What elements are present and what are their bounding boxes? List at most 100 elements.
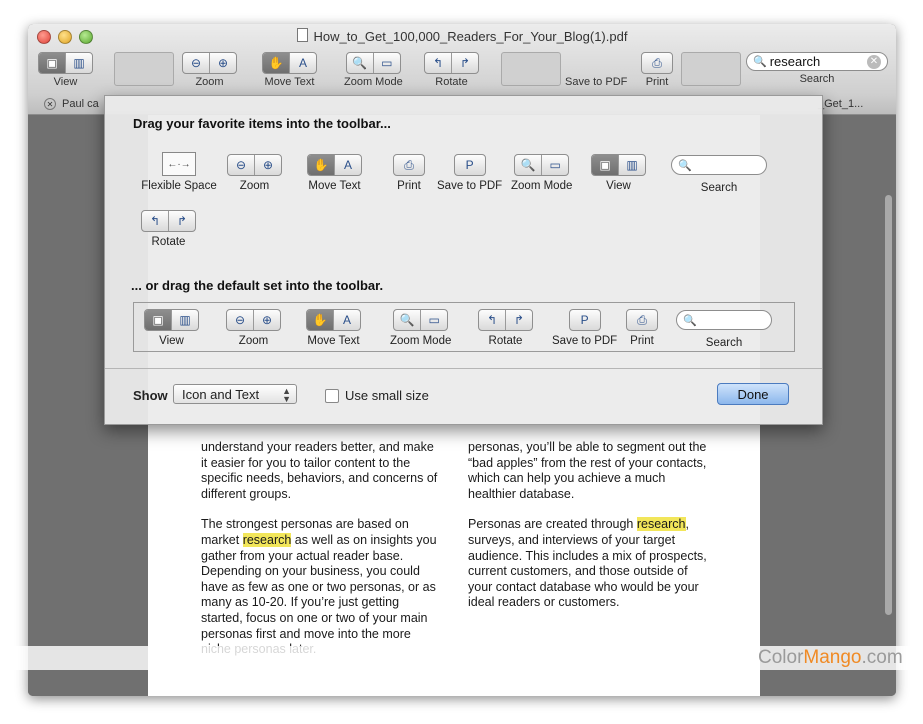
text-run: Personas are created through (468, 517, 637, 532)
palette-save-pdf[interactable]: P Save to PDF (437, 154, 502, 192)
toolbar-zoom-mode: 🔍 ▭ Zoom Mode (344, 52, 403, 88)
default-zoom: ⊖ ⊕ Zoom (226, 309, 281, 347)
sheet-heading: Drag your favorite items into the toolba… (133, 116, 391, 131)
palette-print[interactable]: ⎙ Print (393, 154, 425, 192)
search-field-sample: 🔍 (676, 310, 772, 330)
search-label: Search (799, 73, 835, 85)
pdf-icon: P (580, 313, 589, 327)
hand-tool-icon[interactable]: ✋ (263, 53, 290, 73)
search-icon: 🔍 (753, 56, 767, 68)
rotate-label: Rotate (435, 76, 468, 88)
window-title-text: How_to_Get_100,000_Readers_For_Your_Blog… (313, 29, 628, 44)
zoom-label: Zoom (195, 76, 224, 88)
toolbar-search: 🔍 research ✕ Search (746, 52, 888, 85)
use-small-size-checkbox[interactable]: Use small size (325, 388, 429, 403)
default-set-heading: ... or drag the default set into the too… (131, 278, 384, 293)
tab-first[interactable]: ✕ Paul ca (44, 94, 99, 114)
select-arrows-icon: ▲ ▼ (282, 386, 291, 404)
zoom-fit-icon: ▭ (428, 313, 440, 327)
text-tool-icon[interactable]: A (290, 53, 316, 73)
default-zoom-mode: 🔍 ▭ Zoom Mode (390, 309, 451, 347)
palette-rotate[interactable]: ↰ ↱ Rotate (141, 210, 196, 248)
rotate-right-icon: ↱ (176, 214, 188, 228)
zoom-mode-label: Zoom Mode (344, 76, 403, 88)
tab-label: Paul ca (62, 98, 99, 110)
rotate-right-icon[interactable]: ↱ (452, 53, 478, 73)
watermark-banner: ColorMango.com (0, 646, 923, 670)
zoom-fit-icon[interactable]: ▭ (374, 53, 400, 73)
clear-search-icon[interactable]: ✕ (867, 54, 881, 69)
hand-tool-icon: ✋ (307, 310, 334, 330)
text-run: as well as on insights you gather from y… (201, 532, 437, 656)
title-bar: How_to_Get_100,000_Readers_For_Your_Blog… (28, 24, 896, 95)
zoom-in-icon: ⊕ (261, 313, 273, 327)
sidebar-view-icon[interactable]: ▥ (66, 53, 92, 73)
item-label: Zoom Mode (390, 335, 452, 347)
printer-icon[interactable]: ⎙ (642, 53, 672, 73)
customize-toolbar-sheet: Drag your favorite items into the toolba… (104, 95, 823, 425)
show-label: Show (133, 388, 168, 403)
rotate-right-icon: ↱ (513, 313, 525, 327)
palette-view[interactable]: ▣ ▥ View (591, 154, 646, 192)
sheet-footer: Show Icon and Text ▲ ▼ Use small size Done (105, 368, 822, 425)
thumbnail-view-icon: ▣ (592, 155, 619, 175)
search-input[interactable]: 🔍 research ✕ (746, 52, 888, 71)
zoom-out-icon[interactable]: ⊖ (183, 53, 210, 73)
item-label: View (606, 180, 631, 192)
default-move-text: ✋ A Move Text (306, 309, 361, 347)
default-toolbar-set[interactable]: ▣ ▥ View ⊖ ⊕ Zoom ✋ A Move Text 🔍 ▭ Zoom Mode ↰ ↱… (133, 302, 795, 352)
checkbox-box[interactable] (325, 388, 339, 403)
item-label: Search (705, 337, 743, 349)
search-highlight: research (242, 532, 292, 547)
zoom-actual-icon: 🔍 (394, 310, 422, 330)
printer-icon: ⎙ (404, 157, 414, 172)
save-pdf-label[interactable]: Save to PDF (565, 76, 627, 88)
thumbnail-view-icon[interactable]: ▣ (39, 53, 66, 73)
toolbar-empty-slot (681, 52, 741, 86)
toolbar-view: ▣ ▥ View (38, 52, 93, 88)
search-value: research (769, 54, 821, 69)
default-search: 🔍 Search (676, 310, 772, 349)
zoom-fit-icon: ▭ (549, 158, 561, 172)
close-tab-icon[interactable]: ✕ (44, 98, 56, 110)
search-icon: 🔍 (678, 159, 692, 172)
rotate-left-icon: ↰ (142, 211, 169, 231)
item-label: Print (397, 180, 421, 192)
text-tool-icon: A (343, 158, 352, 172)
print-label: Print (645, 76, 669, 88)
search-field-sample: 🔍 (671, 155, 767, 175)
zoom-actual-icon[interactable]: 🔍 (347, 53, 374, 73)
sidebar-view-icon: ▥ (626, 158, 638, 172)
sidebar-view-icon: ▥ (179, 313, 191, 327)
zoom-in-icon[interactable]: ⊕ (210, 53, 236, 73)
palette-flexible-space[interactable]: ←·→ Flexible Space (141, 152, 217, 192)
palette-move-text[interactable]: ✋ A Move Text (307, 154, 362, 192)
paragraph: understand your readers better, and make… (201, 440, 438, 501)
zoom-actual-icon: 🔍 (515, 155, 543, 175)
window-title: How_to_Get_100,000_Readers_For_Your_Blog… (28, 28, 896, 44)
hand-tool-icon: ✋ (308, 155, 335, 175)
paragraph: personas, you’ll be able to segment out … (468, 440, 707, 501)
paragraph: Personas are created through research, s… (468, 517, 708, 611)
palette-search[interactable]: 🔍 Search (671, 155, 767, 194)
tab-second[interactable]: _Get_1... (818, 94, 863, 114)
item-label: View (159, 335, 184, 347)
printer-icon: ⎙ (637, 312, 647, 327)
item-label: Zoom (238, 335, 269, 347)
text-tool-icon: A (342, 313, 351, 327)
toolbar-empty-slot (114, 52, 174, 86)
zoom-in-icon: ⊕ (262, 158, 274, 172)
scrollbar-thumb[interactable] (885, 195, 892, 615)
vertical-scrollbar[interactable] (885, 115, 893, 696)
done-button[interactable]: Done (717, 383, 789, 405)
palette-zoom-mode[interactable]: 🔍 ▭ Zoom Mode (511, 154, 572, 192)
view-label: View (53, 76, 78, 88)
watermark-logo: ColorMango.com (758, 647, 903, 668)
text-column-left: understand your readers better, and make… (201, 440, 439, 673)
document-icon (296, 28, 308, 42)
rotate-left-icon: ↰ (479, 310, 506, 330)
rotate-left-icon[interactable]: ↰ (425, 53, 452, 73)
palette-zoom[interactable]: ⊖ ⊕ Zoom (227, 154, 282, 192)
show-mode-select[interactable]: Icon and Text ▲ ▼ (173, 384, 297, 404)
item-label: Save to PDF (437, 180, 503, 192)
